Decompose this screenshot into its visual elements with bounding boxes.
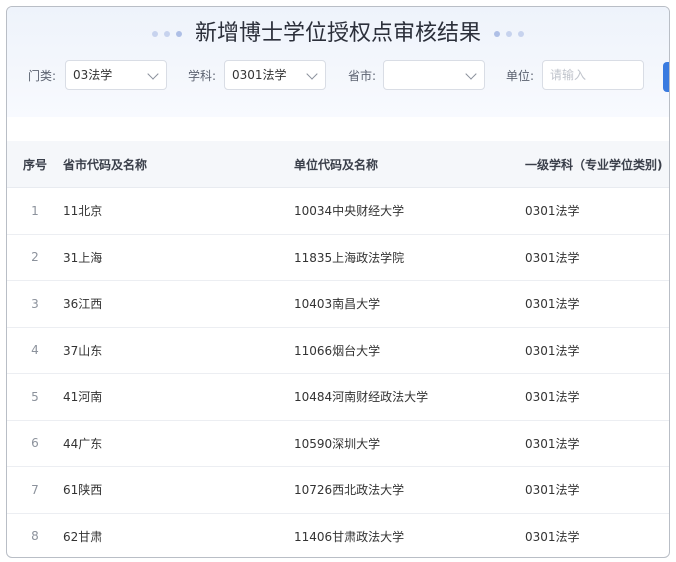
chevron-down-icon <box>147 68 159 80</box>
row-unit: 10403南昌大学 <box>294 280 525 328</box>
province-label: 省市: <box>348 69 377 83</box>
filter-header: 新增博士学位授权点审核结果 门类: 03法学 学科: 0301法学 省市: 单位… <box>7 7 669 117</box>
category-label: 门类: <box>28 69 57 83</box>
row-province: 41河南 <box>63 373 294 421</box>
row-subject: 0301法学 <box>525 187 669 235</box>
row-index: 1 <box>7 187 63 235</box>
row-unit: 10726西北政法大学 <box>294 466 525 514</box>
col-header-unit: 单位代码及名称 <box>294 141 525 188</box>
title-row: 新增博士学位授权点审核结果 <box>7 17 669 51</box>
table-row: 8 62甘肃 11406甘肃政法大学 0301法学 <box>7 513 669 557</box>
row-index: 3 <box>7 280 63 328</box>
table-header-row: 序号 省市代码及名称 单位代码及名称 一级学科（专业学位类别) <box>7 141 669 188</box>
col-header-index: 序号 <box>7 141 63 188</box>
unit-label: 单位: <box>506 69 535 83</box>
row-subject: 0301法学 <box>525 513 669 557</box>
decorative-dots-left <box>149 17 185 51</box>
table-row: 3 36江西 10403南昌大学 0301法学 <box>7 280 669 328</box>
row-index: 6 <box>7 420 63 467</box>
row-province: 61陕西 <box>63 466 294 514</box>
result-panel: 新增博士学位授权点审核结果 门类: 03法学 学科: 0301法学 省市: 单位… <box>6 6 670 558</box>
row-unit: 11406甘肃政法大学 <box>294 513 525 557</box>
search-button[interactable] <box>663 62 669 92</box>
filter-bar: 门类: 03法学 学科: 0301法学 省市: 单位: 请输入 <box>7 59 669 93</box>
row-unit: 10484河南财经政法大学 <box>294 373 525 421</box>
row-province: 11北京 <box>63 187 294 235</box>
row-province: 31上海 <box>63 234 294 281</box>
row-unit: 11066烟台大学 <box>294 327 525 374</box>
col-header-subject: 一级学科（专业学位类别) <box>525 141 669 188</box>
decorative-dots-right <box>491 17 527 51</box>
row-unit: 10590深圳大学 <box>294 420 525 467</box>
chevron-down-icon <box>465 68 477 80</box>
row-province: 44广东 <box>63 420 294 467</box>
row-unit: 10034中央财经大学 <box>294 187 525 235</box>
subject-value: 0301法学 <box>232 68 287 82</box>
table-row: 2 31上海 11835上海政法学院 0301法学 <box>7 234 669 281</box>
row-index: 2 <box>7 234 63 281</box>
row-subject: 0301法学 <box>525 420 669 467</box>
row-province: 62甘肃 <box>63 513 294 557</box>
table-row: 4 37山东 11066烟台大学 0301法学 <box>7 327 669 374</box>
row-subject: 0301法学 <box>525 234 669 281</box>
category-select[interactable]: 03法学 <box>65 60 167 90</box>
row-subject: 0301法学 <box>525 466 669 514</box>
row-index: 5 <box>7 373 63 421</box>
row-index: 4 <box>7 327 63 374</box>
row-unit: 11835上海政法学院 <box>294 234 525 281</box>
page-title: 新增博士学位授权点审核结果 <box>194 21 481 46</box>
row-index: 8 <box>7 513 63 557</box>
table-row: 6 44广东 10590深圳大学 0301法学 <box>7 420 669 467</box>
table-row: 5 41河南 10484河南财经政法大学 0301法学 <box>7 373 669 421</box>
province-select[interactable] <box>383 60 485 90</box>
unit-input-placeholder: 请输入 <box>550 68 587 82</box>
results-table: 序号 省市代码及名称 单位代码及名称 一级学科（专业学位类别) 1 11北京 1… <box>7 141 669 557</box>
row-subject: 0301法学 <box>525 280 669 328</box>
subject-label: 学科: <box>188 69 217 83</box>
category-value: 03法学 <box>73 68 113 82</box>
row-subject: 0301法学 <box>525 327 669 374</box>
row-province: 36江西 <box>63 280 294 328</box>
table-row: 7 61陕西 10726西北政法大学 0301法学 <box>7 466 669 514</box>
chevron-down-icon <box>306 68 318 80</box>
table-row: 1 11北京 10034中央财经大学 0301法学 <box>7 187 669 235</box>
row-province: 37山东 <box>63 327 294 374</box>
subject-select[interactable]: 0301法学 <box>224 60 326 90</box>
row-index: 7 <box>7 466 63 514</box>
row-subject: 0301法学 <box>525 373 669 421</box>
unit-search-input[interactable]: 请输入 <box>542 60 644 90</box>
col-header-province: 省市代码及名称 <box>63 141 294 188</box>
